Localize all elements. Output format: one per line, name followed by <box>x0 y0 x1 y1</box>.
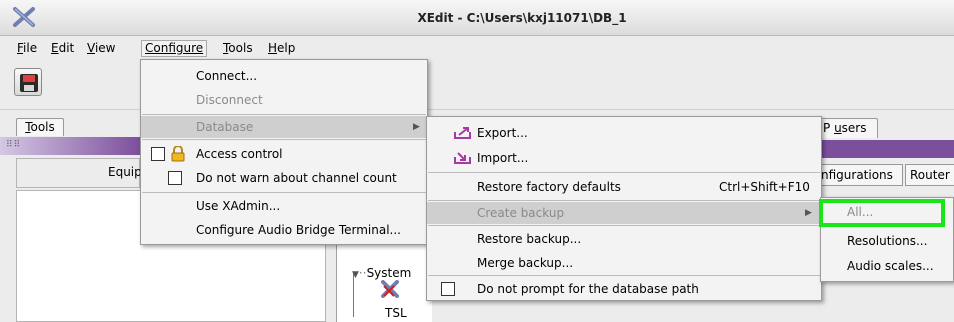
save-button[interactable] <box>14 68 42 96</box>
menu-edit[interactable]: Edit <box>48 40 77 57</box>
tab-configurations[interactable]: nfigurations <box>820 164 903 186</box>
menu-separator <box>142 114 426 115</box>
menu-item-disconnect[interactable]: Disconnect <box>141 88 427 112</box>
menu-item-database[interactable]: Database ▶ <box>141 116 427 138</box>
submenu-arrow-icon: ▶ <box>805 208 812 218</box>
tab-tools[interactable]: Tools <box>16 118 64 136</box>
menu-bar: File Edit View Configure Tools Help <box>0 37 954 59</box>
menu-item-export[interactable]: Export... <box>427 121 821 145</box>
menu-separator <box>428 172 820 173</box>
window-title: XEdit - C:\Users\kxj11071\DB_1 <box>417 11 627 25</box>
menu-item-access-control[interactable]: Access control <box>141 142 427 166</box>
export-icon <box>454 127 471 139</box>
menu-item-audio-scales[interactable]: Audio scales... <box>821 254 953 278</box>
lock-icon <box>171 146 185 162</box>
menu-tools[interactable]: Tools <box>220 40 256 57</box>
grip-handle[interactable]: ⠿⠿ <box>6 140 21 150</box>
tab-p-users[interactable]: P users <box>820 118 878 138</box>
title-bar: XEdit - C:\Users\kxj11071\DB_1 <box>0 0 954 36</box>
menu-item-no-warn-channel[interactable]: Do not warn about channel count <box>141 166 427 190</box>
menu-item-resolutions[interactable]: Resolutions... <box>821 229 953 253</box>
checkbox[interactable] <box>151 147 165 161</box>
submenu-arrow-icon: ▶ <box>413 122 420 132</box>
menu-separator <box>428 200 820 201</box>
menu-view[interactable]: View <box>84 40 118 57</box>
menu-configure[interactable]: Configure <box>141 40 208 57</box>
configure-menu: Connect... Disconnect Database ▶ Access … <box>140 59 428 245</box>
menu-item-restore-backup[interactable]: Restore backup... <box>427 227 821 251</box>
menu-item-restore-factory[interactable]: Restore factory defaults Ctrl+Shift+F10 <box>427 175 821 199</box>
menu-help[interactable]: Help <box>265 40 298 57</box>
column-header-label: Equip <box>108 165 142 179</box>
menu-item-merge-backup[interactable]: Merge backup... <box>427 251 821 275</box>
menu-separator <box>142 139 426 140</box>
menu-item-import[interactable]: Import... <box>427 146 821 170</box>
menu-separator <box>428 225 820 226</box>
tab-router[interactable]: Router <box>905 164 954 186</box>
menu-separator <box>142 192 426 193</box>
menu-item-connect[interactable]: Connect... <box>141 64 427 88</box>
save-disk-icon <box>20 74 38 92</box>
database-submenu: Export... Import... Restore factory defa… <box>426 116 822 301</box>
tree-node-tsl[interactable]: TSL <box>385 306 407 320</box>
import-icon <box>454 152 471 164</box>
equipment-x-icon[interactable] <box>380 280 400 298</box>
highlight-annotation <box>819 199 945 227</box>
menu-item-configure-audio-bridge[interactable]: Configure Audio Bridge Terminal... <box>141 218 427 242</box>
menu-item-create-backup[interactable]: Create backup ▶ <box>427 202 821 224</box>
shortcut-label: Ctrl+Shift+F10 <box>719 180 810 194</box>
checkbox[interactable] <box>441 282 455 296</box>
checkbox[interactable] <box>168 171 182 185</box>
panel-title-strip-right <box>820 140 954 158</box>
menu-item-use-xadmin[interactable]: Use XAdmin... <box>141 194 427 218</box>
menu-separator <box>428 275 820 276</box>
tree-node-system[interactable]: ▼··System <box>352 266 411 280</box>
menu-item-no-prompt-path[interactable]: Do not prompt for the database path <box>427 277 821 301</box>
menu-file[interactable]: File <box>14 40 40 57</box>
